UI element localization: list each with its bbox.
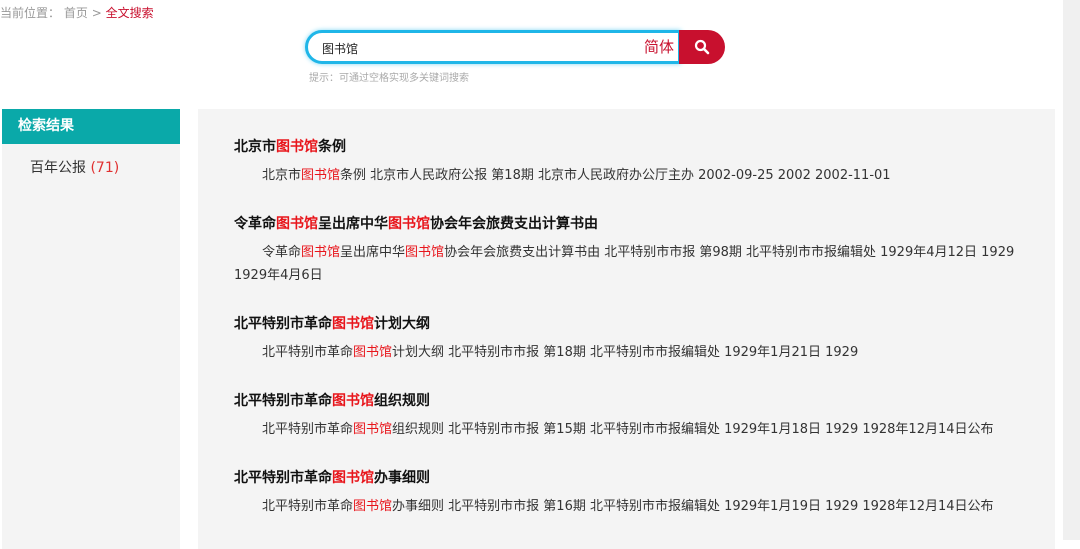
highlighted-keyword: 图书馆 (353, 499, 393, 514)
result-item: 令革命图书馆呈出席中华图书馆协会年会旅费支出计算书由 令革命图书馆呈出席中华图书馆… (234, 215, 1025, 287)
text-segment: 协会年会旅费支出计算书由 (430, 216, 598, 232)
language-toggle[interactable]: 简体 (644, 36, 674, 57)
highlighted-keyword: 图书馆 (301, 168, 341, 183)
text-segment: 条例 (318, 139, 346, 155)
text-segment: 令革命 (262, 245, 302, 260)
highlighted-keyword: 图书馆 (388, 216, 430, 232)
search-box: 简体 (305, 30, 681, 64)
breadcrumb-label: 当前位置： (0, 6, 61, 20)
highlighted-keyword: 图书馆 (276, 139, 318, 155)
result-description: 北平特别市革命图书馆组织规则 北平特别市市报 第15期 北平特别市市报编辑处 1… (234, 418, 1025, 441)
search-input[interactable] (320, 37, 624, 59)
search-icon (694, 39, 710, 55)
breadcrumb: 当前位置： 首页 > 全文搜索 (0, 4, 154, 21)
text-segment: 计划大纲 (374, 316, 430, 332)
result-title[interactable]: 北平特别市革命图书馆计划大纲 (234, 315, 1025, 333)
text-segment: 令革命 (234, 216, 276, 232)
result-item: 北京市图书馆条例 北京市图书馆条例 北京市人民政府公报 第18期 北京市人民政府办… (234, 138, 1025, 187)
text-segment: 呈出席中华 (318, 216, 388, 232)
breadcrumb-current[interactable]: 全文搜索 (106, 6, 154, 20)
highlighted-keyword: 图书馆 (332, 393, 374, 409)
highlighted-keyword: 图书馆 (405, 245, 445, 260)
result-item: 北平特别市革命图书馆组织规则 北平特别市革命图书馆组织规则 北平特别市市报 第15… (234, 392, 1025, 441)
sidebar-title: 检索结果 (2, 109, 180, 144)
sidebar-item-count: (71) (90, 160, 120, 176)
highlighted-keyword: 图书馆 (353, 422, 393, 437)
text-segment: 北平特别市革命 (262, 499, 354, 514)
sidebar-item-label: 百年公报 (30, 160, 86, 176)
result-description: 北京市图书馆条例 北京市人民政府公报 第18期 北京市人民政府办公厅主办 200… (234, 164, 1025, 187)
breadcrumb-separator: > (91, 6, 102, 20)
sidebar: 检索结果 百年公报 (71) (2, 109, 180, 549)
result-item: 北平特别市革命图书馆办事细则 北平特别市革命图书馆办事细则 北平特别市市报 第16… (234, 469, 1025, 518)
text-segment: 北平特别市革命 (262, 422, 354, 437)
search-hint: 提示：可通过空格实现多关键词搜索 (309, 73, 469, 84)
search-button[interactable] (679, 30, 725, 64)
text-segment: 北京市 (262, 168, 302, 183)
highlighted-keyword: 图书馆 (332, 470, 374, 486)
result-title[interactable]: 令革命图书馆呈出席中华图书馆协会年会旅费支出计算书由 (234, 215, 1025, 233)
text-segment: 北京市 (234, 139, 276, 155)
highlighted-keyword: 图书馆 (332, 316, 374, 332)
text-segment: 北平特别市革命 (234, 470, 332, 486)
text-segment: 北平特别市革命 (262, 345, 354, 360)
result-title[interactable]: 北京市图书馆条例 (234, 138, 1025, 156)
text-segment: 办事细则 北平特别市市报 第16期 北平特别市市报编辑处 1929年1月19日 … (392, 499, 994, 514)
results-panel: 北京市图书馆条例 北京市图书馆条例 北京市人民政府公报 第18期 北京市人民政府办… (198, 109, 1055, 549)
highlighted-keyword: 图书馆 (353, 345, 393, 360)
text-segment: 北平特别市革命 (234, 316, 332, 332)
sidebar-item-bainian-gongbao[interactable]: 百年公报 (71) (2, 144, 180, 177)
result-title[interactable]: 北平特别市革命图书馆组织规则 (234, 392, 1025, 410)
search-bar: 简体 (305, 30, 725, 64)
highlighted-keyword: 图书馆 (276, 216, 318, 232)
text-segment: 条例 北京市人民政府公报 第18期 北京市人民政府办公厅主办 2002-09-2… (340, 168, 891, 183)
text-segment: 办事细则 (374, 470, 430, 486)
text-segment: 北平特别市革命 (234, 393, 332, 409)
breadcrumb-home[interactable]: 首页 (64, 6, 88, 20)
text-segment: 计划大纲 北平特别市市报 第18期 北平特别市市报编辑处 1929年1月21日 … (392, 345, 859, 360)
highlighted-keyword: 图书馆 (301, 245, 341, 260)
text-segment: 组织规则 (374, 393, 430, 409)
result-description: 北平特别市革命图书馆计划大纲 北平特别市市报 第18期 北平特别市市报编辑处 1… (234, 341, 1025, 364)
text-segment: 呈出席中华 (340, 245, 406, 260)
result-description: 令革命图书馆呈出席中华图书馆协会年会旅费支出计算书由 北平特别市市报 第98期 … (234, 241, 1025, 287)
scrollbar[interactable] (1063, 0, 1080, 540)
text-segment: 组织规则 北平特别市市报 第15期 北平特别市市报编辑处 1929年1月18日 … (392, 422, 994, 437)
result-item: 北平特别市革命图书馆计划大纲 北平特别市革命图书馆计划大纲 北平特别市市报 第18… (234, 315, 1025, 364)
result-description: 北平特别市革命图书馆办事细则 北平特别市市报 第16期 北平特别市市报编辑处 1… (234, 495, 1025, 518)
result-title[interactable]: 北平特别市革命图书馆办事细则 (234, 469, 1025, 487)
results-list: 北京市图书馆条例 北京市图书馆条例 北京市人民政府公报 第18期 北京市人民政府办… (198, 138, 1055, 518)
